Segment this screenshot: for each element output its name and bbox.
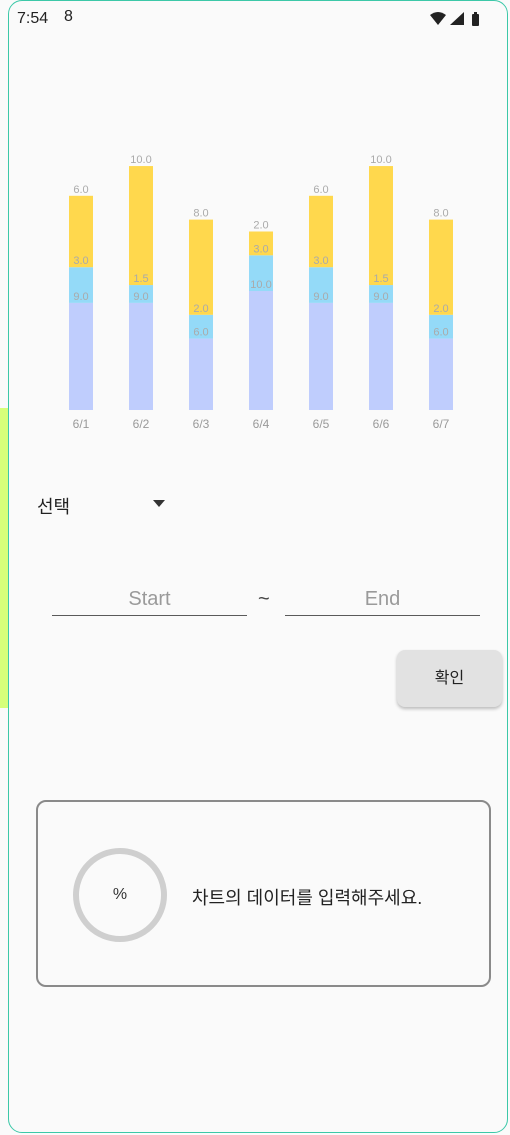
bar-segment xyxy=(129,302,153,410)
bar-segment xyxy=(189,219,213,315)
bar-segment xyxy=(189,338,213,410)
bar-value-label: 3.0 xyxy=(313,255,328,267)
x-tick-label: 6/6 xyxy=(373,417,390,431)
chevron-down-icon xyxy=(153,500,165,507)
bar-value-label: 6.0 xyxy=(433,327,448,339)
status-bar: 7:54 8 xyxy=(0,0,510,40)
bar-value-label: 8.0 xyxy=(433,208,448,220)
x-tick-label: 6/1 xyxy=(73,417,90,431)
progress-card: % 차트의 데이터를 입력해주세요. xyxy=(36,800,491,987)
bar-value-label: 2.0 xyxy=(193,303,208,315)
bar-segment xyxy=(249,291,273,410)
bar-value-label: 1.5 xyxy=(373,273,388,285)
x-tick-label: 6/2 xyxy=(133,417,150,431)
bar-value-label: 9.0 xyxy=(373,291,388,303)
bar-value-label: 3.0 xyxy=(73,255,88,267)
bar-value-label: 6.0 xyxy=(73,184,88,196)
sim-icon: 8 xyxy=(64,8,73,25)
bar-value-label: 8.0 xyxy=(193,208,208,220)
chart-x-axis: 6/1 6/2 6/3 6/4 6/5 6/6 6/7 xyxy=(73,417,450,431)
end-date-input[interactable]: End xyxy=(285,584,480,616)
signal-icon xyxy=(450,12,464,25)
bar-value-label: 9.0 xyxy=(73,291,88,303)
bar-value-label: 6.0 xyxy=(313,184,328,196)
stacked-bar-chart: 9.0 3.0 6.0 9.0 1.5 10.0 6.0 2.0 8.0 10.0 3.0 2.0 9.… xyxy=(69,154,453,431)
bar-segment xyxy=(309,302,333,410)
progress-message: 차트의 데이터를 입력해주세요. xyxy=(192,888,423,908)
bar-segment xyxy=(69,302,93,410)
period-select[interactable]: 선택 xyxy=(37,490,177,520)
wifi-icon xyxy=(430,12,446,25)
status-icons xyxy=(430,11,482,32)
bar-value-label: 1.5 xyxy=(133,273,148,285)
x-tick-label: 6/5 xyxy=(313,417,330,431)
bar-segment xyxy=(129,166,153,286)
bar-value-label: 10.0 xyxy=(370,154,391,166)
x-tick-label: 6/3 xyxy=(193,417,210,431)
bar-value-label: 9.0 xyxy=(313,291,328,303)
bar-value-label: 9.0 xyxy=(133,291,148,303)
bar-segment xyxy=(429,338,453,410)
battery-icon xyxy=(472,12,479,26)
select-label: 선택 xyxy=(37,497,71,517)
date-separator: ~ xyxy=(258,588,270,610)
start-date-input[interactable]: Start xyxy=(52,584,247,616)
edge-accent xyxy=(0,408,8,708)
x-tick-label: 6/7 xyxy=(433,417,450,431)
confirm-button[interactable]: 확인 xyxy=(397,650,502,707)
bar-value-label: 10.0 xyxy=(250,279,271,291)
bar-value-label: 2.0 xyxy=(253,220,268,232)
bar-value-label: 6.0 xyxy=(193,327,208,339)
bar-value-label: 10.0 xyxy=(130,154,151,166)
bar-segment xyxy=(429,219,453,315)
progress-percent: % xyxy=(112,886,128,903)
bar-segment xyxy=(369,302,393,410)
x-tick-label: 6/4 xyxy=(253,417,270,431)
bar-segment xyxy=(369,166,393,286)
bar-value-label: 2.0 xyxy=(433,303,448,315)
status-time: 7:54 xyxy=(17,10,49,27)
bar-value-label: 3.0 xyxy=(253,243,268,255)
